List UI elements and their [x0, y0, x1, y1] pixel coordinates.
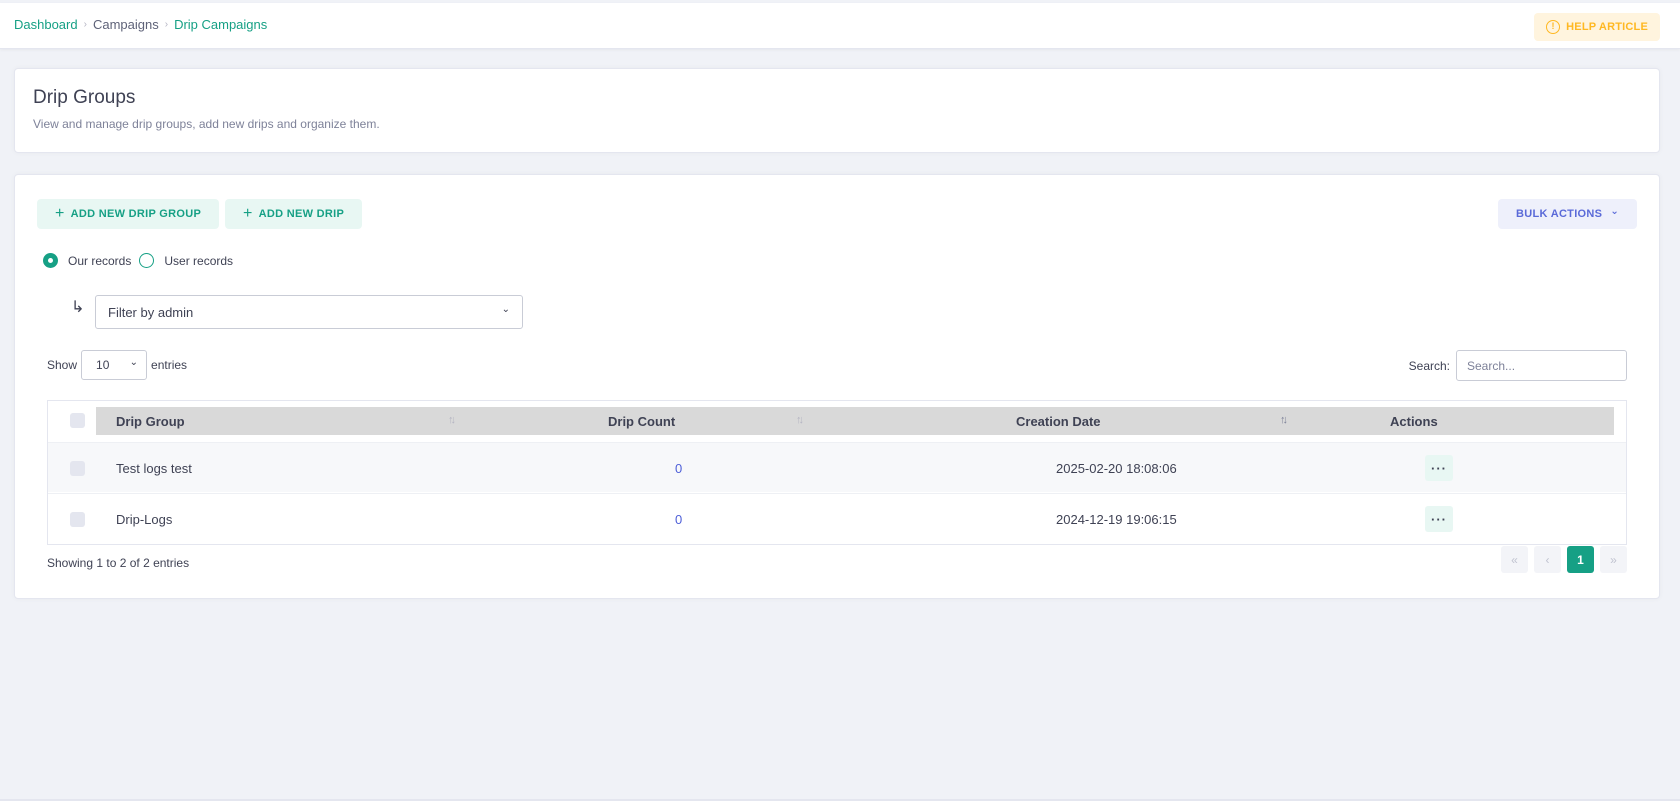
creation-date: 2024-12-19 19:06:15 — [1056, 511, 1177, 527]
plus-icon: + — [55, 205, 65, 222]
page-1-button[interactable]: 1 — [1567, 546, 1594, 573]
search-label: Search: — [1408, 358, 1450, 373]
table-search: Search: — [1409, 350, 1627, 381]
add-new-drip-button[interactable]: + ADD NEW DRIP — [225, 199, 363, 229]
bulk-actions-label: BULK ACTIONS — [1516, 208, 1603, 220]
entries-per-page-select[interactable]: 10 ⌄ — [81, 350, 148, 380]
breadcrumb: Dashboard › Campaigns › Drip Campaigns — [14, 17, 267, 32]
table-row: Test logs test 0 2025-02-20 18:08:06 ··· — [48, 442, 1626, 492]
add-new-drip-group-button[interactable]: + ADD NEW DRIP GROUP — [37, 199, 220, 229]
search-input[interactable] — [1456, 350, 1627, 381]
page-header-card: Drip Groups View and manage drip groups,… — [14, 68, 1660, 153]
creation-date: 2025-02-20 18:08:06 — [1056, 460, 1177, 476]
header-drip-group[interactable]: Drip Group — [116, 407, 185, 435]
table-info: Showing 1 to 2 of 2 entries — [47, 556, 190, 570]
breadcrumb-campaigns[interactable]: Campaigns — [93, 17, 159, 32]
row-checkbox[interactable] — [70, 460, 85, 476]
show-label: Show — [47, 358, 78, 372]
page-title: Drip Groups — [33, 87, 136, 108]
row-checkbox[interactable] — [70, 511, 85, 527]
first-page-button[interactable]: « — [1501, 546, 1528, 573]
drip-group-name: Test logs test — [116, 460, 192, 476]
actions-cell: ··· — [1425, 443, 1453, 493]
header-actions: Actions — [1390, 413, 1438, 429]
select-all-checkbox[interactable] — [70, 413, 85, 428]
actions-cell: ··· — [1425, 494, 1453, 544]
chevron-down-icon: ⌄ — [1610, 205, 1619, 217]
help-article-button[interactable]: ! HELP ARTICLE — [1534, 13, 1660, 41]
our-records-radio[interactable] — [43, 253, 58, 268]
previous-page-button[interactable]: ‹ — [1534, 546, 1561, 573]
row-checkbox-cell — [70, 494, 85, 544]
breadcrumb-separator: › — [83, 19, 87, 30]
records-radio-group: Our records User records — [43, 253, 241, 268]
user-records-label: User records — [164, 253, 234, 268]
filter-by-admin-select[interactable]: Filter by admin ⌄ — [95, 295, 523, 329]
entries-label: entries — [151, 358, 188, 372]
bulk-actions-button[interactable]: BULK ACTIONS ⌄ — [1498, 199, 1637, 229]
drip-count-link[interactable]: 0 — [675, 494, 682, 544]
page-subtitle: View and manage drip groups, add new dri… — [33, 117, 380, 131]
drip-count-link[interactable]: 0 — [675, 443, 682, 493]
our-records-label: Our records — [68, 253, 132, 268]
breadcrumb-drip-campaigns[interactable]: Drip Campaigns — [174, 17, 267, 32]
drip-groups-table: Drip Group ↑↓ Drip Count ↑↓ Creation Dat… — [47, 400, 1627, 545]
sort-icon[interactable]: ↑↓ — [796, 414, 804, 426]
help-article-label: HELP ARTICLE — [1566, 21, 1648, 33]
sort-icon[interactable]: ↑↓ — [1280, 414, 1288, 426]
row-checkbox-cell — [70, 443, 85, 493]
pagination: « ‹ 1 » — [1501, 546, 1627, 573]
top-bar: Dashboard › Campaigns › Drip Campaigns !… — [0, 3, 1680, 49]
chevron-down-icon: ⌄ — [501, 303, 510, 315]
entries-per-page-value: 10 — [96, 358, 110, 372]
filter-by-admin-value: Filter by admin — [108, 304, 194, 320]
last-page-button[interactable]: » — [1600, 546, 1627, 573]
drip-groups-card: + ADD NEW DRIP GROUP + ADD NEW DRIP BULK… — [14, 174, 1660, 599]
drip-group-name: Drip-Logs — [116, 511, 173, 527]
more-actions-button[interactable]: ··· — [1425, 455, 1453, 481]
breadcrumb-dashboard[interactable]: Dashboard — [14, 17, 78, 32]
add-new-drip-group-label: ADD NEW DRIP GROUP — [70, 208, 202, 220]
add-new-drip-label: ADD NEW DRIP — [258, 208, 345, 220]
info-icon: ! — [1546, 20, 1561, 34]
breadcrumb-separator: › — [164, 19, 169, 30]
header-drip-count[interactable]: Drip Count — [608, 407, 675, 435]
sort-icon[interactable]: ↑↓ — [448, 414, 456, 426]
plus-icon: + — [243, 205, 253, 222]
user-records-radio[interactable] — [139, 253, 155, 268]
chevron-down-icon: ⌄ — [129, 356, 139, 368]
more-actions-button[interactable]: ··· — [1425, 506, 1453, 532]
entries-length-control: Show 10 ⌄ entries — [47, 350, 187, 380]
subdirectory-arrow-icon: ↳ — [71, 299, 85, 316]
header-creation-date[interactable]: Creation Date — [1016, 407, 1101, 435]
select-all-checkbox-cell — [70, 413, 85, 428]
table-header: Drip Group ↑↓ Drip Count ↑↓ Creation Dat… — [96, 407, 1614, 435]
table-row: Drip-Logs 0 2024-12-19 19:06:15 ··· — [48, 493, 1626, 543]
